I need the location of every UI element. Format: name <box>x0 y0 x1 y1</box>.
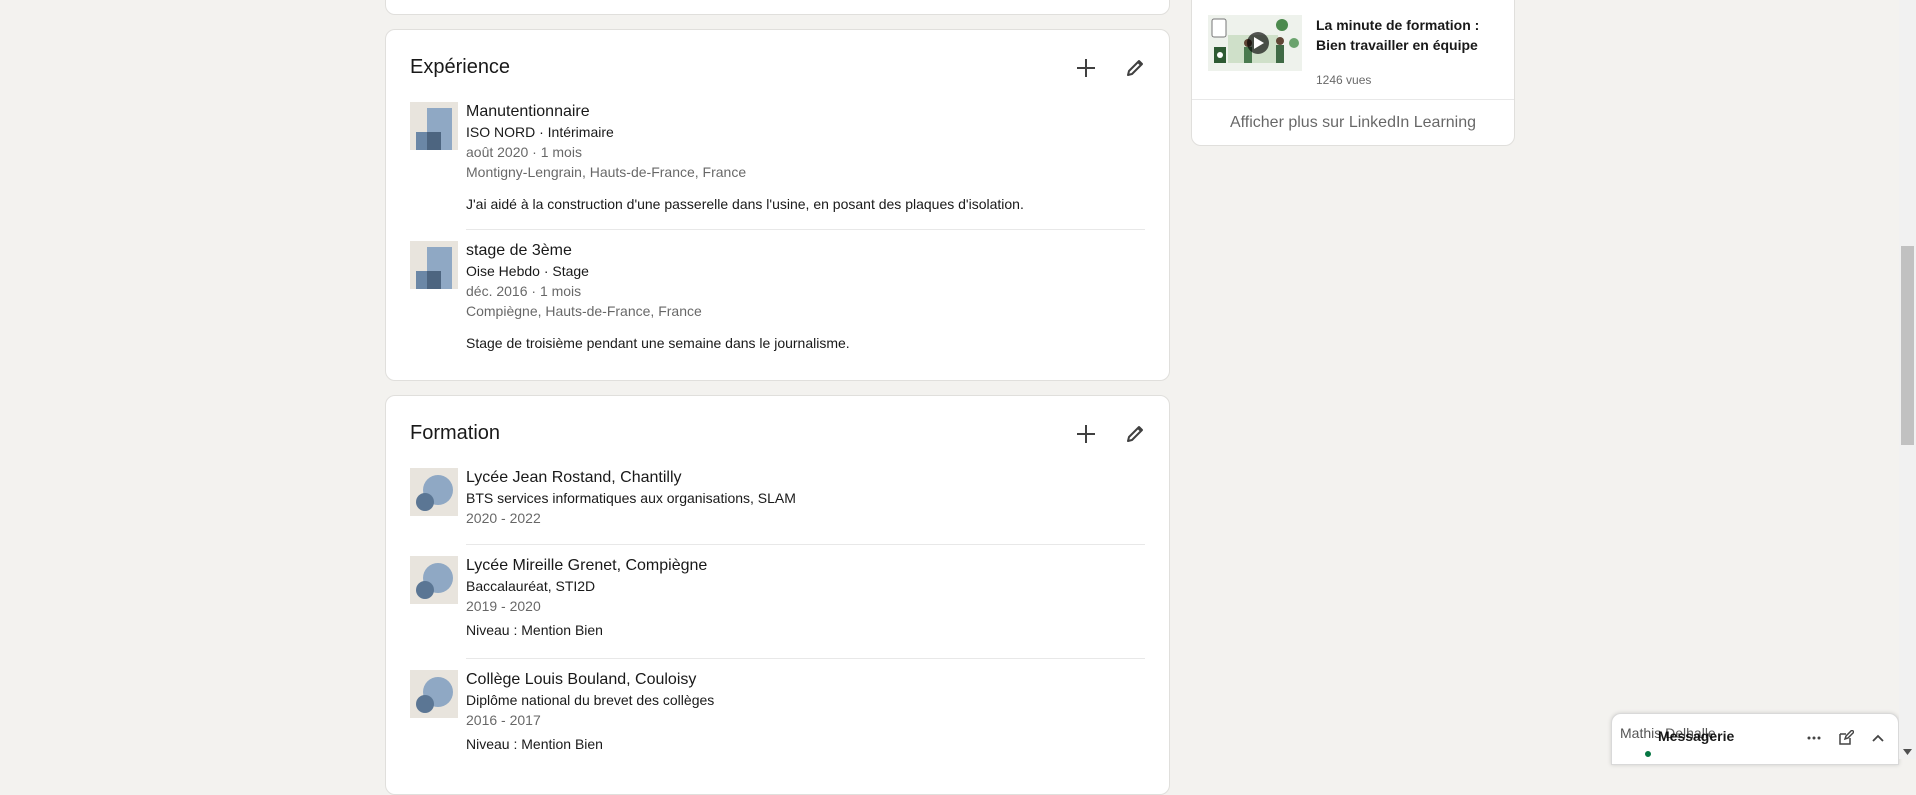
ellipsis-icon <box>1807 736 1821 740</box>
job-dates: déc. 2016 · 1 mois <box>466 283 582 299</box>
school-name: Lycée Jean Rostand, Chantilly <box>466 469 682 486</box>
school-name: Lycée Mireille Grenet, Compiègne <box>466 557 708 574</box>
company-logo <box>410 102 458 150</box>
degree: BTS services informatiques aux organisat… <box>466 490 796 506</box>
course-views: 1246 vues <box>1316 73 1372 87</box>
degree: Diplôme national du brevet des collèges <box>466 692 715 708</box>
compose-message-button[interactable] <box>1830 722 1862 754</box>
scrollbar-thumb[interactable] <box>1901 246 1914 445</box>
add-education-button[interactable] <box>1070 418 1102 450</box>
plus-icon <box>1077 425 1095 443</box>
school-dates: 2019 - 2020 <box>466 598 541 614</box>
experience-title: Expérience <box>410 56 511 78</box>
edit-education-button[interactable] <box>1119 418 1151 450</box>
job-location: Montigny-Lengrain, Hauts-de-France, Fran… <box>466 164 747 180</box>
school-logo <box>410 670 458 718</box>
learning-card: La minute de formation : Bien travailler… <box>1191 0 1515 146</box>
pencil-icon <box>1127 60 1143 76</box>
education-item[interactable]: Collège Louis Bouland, Couloisy Diplôme … <box>410 670 1145 760</box>
experience-section: Expérience Manutentionnaire ISO NORD · I… <box>385 29 1170 381</box>
school-logo <box>410 556 458 604</box>
pencil-icon <box>1127 426 1143 442</box>
compose-icon <box>1839 730 1854 745</box>
school-grade: Niveau : Mention Bien <box>466 622 603 638</box>
edit-experience-button[interactable] <box>1119 52 1151 84</box>
education-item[interactable]: Lycée Jean Rostand, Chantilly BTS servic… <box>410 468 1145 532</box>
messaging-bar[interactable]: Mathis Delhalle Messagerie <box>1611 713 1899 765</box>
company-name: Oise Hebdo · Stage <box>466 263 589 279</box>
expand-messaging-button[interactable] <box>1862 722 1894 754</box>
company-logo <box>410 241 458 289</box>
top-card-fragment <box>385 0 1170 15</box>
job-dates: août 2020 · 1 mois <box>466 144 582 160</box>
add-experience-button[interactable] <box>1070 52 1102 84</box>
experience-item[interactable]: Manutentionnaire ISO NORD · Intérimaire … <box>410 102 1145 222</box>
online-status-indicator <box>1644 750 1652 758</box>
education-item[interactable]: Lycée Mireille Grenet, Compiègne Baccala… <box>410 556 1145 646</box>
degree: Baccalauréat, STI2D <box>466 578 596 594</box>
divider <box>466 658 1145 659</box>
experience-item[interactable]: stage de 3ème Oise Hebdo · Stage déc. 20… <box>410 241 1145 361</box>
divider <box>466 544 1145 545</box>
course-item[interactable]: La minute de formation : Bien travailler… <box>1208 15 1500 95</box>
job-location: Compiègne, Hauts-de-France, France <box>466 303 702 319</box>
plus-icon <box>1077 59 1095 77</box>
page-scrollbar[interactable] <box>1899 0 1916 759</box>
school-grade: Niveau : Mention Bien <box>466 736 603 752</box>
education-title: Formation <box>410 422 501 444</box>
job-title: Manutentionnaire <box>466 103 590 120</box>
course-title[interactable]: La minute de formation : Bien travailler… <box>1316 15 1496 55</box>
more-options-button[interactable] <box>1798 722 1830 754</box>
scroll-down-arrow-icon[interactable] <box>1903 749 1912 755</box>
school-logo <box>410 468 458 516</box>
chevron-up-icon <box>1872 734 1884 742</box>
divider <box>466 229 1145 230</box>
company-name: ISO NORD · Intérimaire <box>466 124 614 140</box>
course-thumbnail <box>1208 15 1302 71</box>
school-name: Collège Louis Bouland, Couloisy <box>466 671 697 688</box>
school-dates: 2016 - 2017 <box>466 712 541 728</box>
job-description: Stage de troisième pendant une semaine d… <box>466 335 850 351</box>
job-description: J'ai aidé à la construction d'une passer… <box>466 196 1024 212</box>
education-section: Formation Lycée Jean Rostand, Chantilly … <box>385 395 1170 795</box>
messaging-label[interactable]: Messagerie <box>1658 728 1734 744</box>
learning-more-link[interactable]: Afficher plus sur LinkedIn Learning <box>1192 99 1514 145</box>
avatar[interactable]: Mathis Delhalle <box>1620 722 1716 758</box>
school-dates: 2020 - 2022 <box>466 510 541 526</box>
job-title: stage de 3ème <box>466 242 572 259</box>
